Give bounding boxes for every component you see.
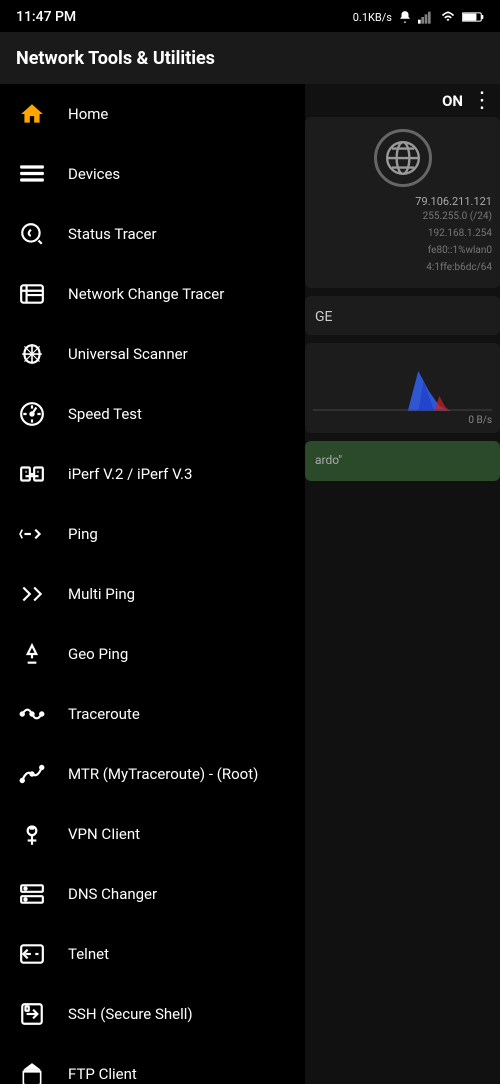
network-change-tracer-icon <box>16 278 48 310</box>
sidebar-item-traceroute-label: Traceroute <box>68 705 140 723</box>
speed-test-icon <box>16 398 48 430</box>
wifi-icon <box>440 10 456 24</box>
ping-icon <box>16 518 48 550</box>
main-layout: Home Devices Status Tracer <box>0 84 500 1084</box>
sidebar-item-devices[interactable]: Devices <box>0 144 305 204</box>
more-options-icon[interactable]: ⋮ <box>471 88 494 113</box>
sidebar-item-ping-label: Ping <box>68 525 98 543</box>
sidebar-item-ping[interactable]: Ping <box>0 504 305 564</box>
sidebar-item-ftp-client[interactable]: FTP Client <box>0 1044 305 1084</box>
geo-ping-icon <box>16 638 48 670</box>
app-title: Network Tools & Utilities <box>16 48 215 69</box>
sidebar-item-universal-scanner-label: Universal Scanner <box>68 345 188 363</box>
sidebar-item-home[interactable]: Home <box>0 84 305 144</box>
ssh-icon <box>16 998 48 1030</box>
sidebar-item-network-change-tracer[interactable]: Network Change Tracer <box>0 264 305 324</box>
chart-card: 0 B/s <box>305 343 500 433</box>
status-time: 11:47 PM <box>16 9 76 25</box>
sidebar-item-status-tracer-label: Status Tracer <box>68 225 157 243</box>
sidebar-item-iperf[interactable]: iPerf V.2 / iPerf V.3 <box>0 444 305 504</box>
globe-icon <box>374 129 432 187</box>
mtr-icon <box>16 758 48 790</box>
bottom-text: ardo" <box>315 453 342 467</box>
sidebar-item-vpn-client[interactable]: VPN CIient <box>0 804 305 864</box>
status-bar: 11:47 PM 0.1KB/s <box>0 0 500 32</box>
ge-card: GE <box>305 296 500 335</box>
status-right: 0.1KB/s <box>353 10 484 24</box>
sidebar-item-multi-ping[interactable]: Multi Ping <box>0 564 305 624</box>
sidebar-item-vpn-client-label: VPN CIient <box>68 825 140 843</box>
sidebar-item-ssh-label: SSH (Secure Shell) <box>68 1005 193 1023</box>
universal-scanner-icon <box>16 338 48 370</box>
network-speed: 0.1KB/s <box>353 11 392 24</box>
multi-ping-icon <box>16 578 48 610</box>
right-panel: ON ⋮ 79.106.211.121 255.255.0 (/24) 192.… <box>305 84 500 1084</box>
speed-value: 0 B/s <box>313 415 492 426</box>
traceroute-icon <box>16 698 48 730</box>
sidebar-item-telnet[interactable]: Telnet <box>0 924 305 984</box>
sidebar-item-ftp-client-label: FTP Client <box>68 1065 137 1083</box>
sidebar-item-dns-changer[interactable]: DNS Changer <box>0 864 305 924</box>
sidebar-item-devices-label: Devices <box>68 165 120 183</box>
battery-icon <box>462 10 484 24</box>
sidebar-item-iperf-label: iPerf V.2 / iPerf V.3 <box>68 465 192 483</box>
app-header: Network Tools & Utilities <box>0 32 500 84</box>
bottom-card: ardo" <box>305 441 500 481</box>
devices-icon <box>16 158 48 190</box>
dns-changer-icon <box>16 878 48 910</box>
sidebar-item-speed-test-label: Speed Test <box>68 405 142 423</box>
alarm-icon <box>398 10 412 24</box>
home-icon <box>16 98 48 130</box>
sidebar-item-mtr[interactable]: MTR (MyTraceroute) - (Root) <box>0 744 305 804</box>
sidebar-item-mtr-label: MTR (MyTraceroute) - (Root) <box>68 765 258 783</box>
vpn-client-icon <box>16 818 48 850</box>
sidebar-item-speed-test[interactable]: Speed Test <box>0 384 305 444</box>
ftp-client-icon <box>16 1058 48 1084</box>
signal-icon <box>418 10 434 24</box>
sidebar-item-geo-ping[interactable]: Geo Ping <box>0 624 305 684</box>
sidebar-item-home-label: Home <box>68 105 108 123</box>
sidebar-item-dns-changer-label: DNS Changer <box>68 885 157 903</box>
sidebar-item-geo-ping-label: Geo Ping <box>68 645 128 663</box>
navigation-drawer: Home Devices Status Tracer <box>0 84 305 1084</box>
sidebar-item-ssh[interactable]: SSH (Secure Shell) <box>0 984 305 1044</box>
sidebar-item-multi-ping-label: Multi Ping <box>68 585 135 603</box>
globe-card: 79.106.211.121 255.255.0 (/24) 192.168.1… <box>305 117 500 288</box>
ge-label: GE <box>315 309 333 325</box>
telnet-icon <box>16 938 48 970</box>
on-label: ON <box>442 92 463 110</box>
iperf-icon <box>16 458 48 490</box>
sidebar-item-universal-scanner[interactable]: Universal Scanner <box>0 324 305 384</box>
status-tracer-icon <box>16 218 48 250</box>
speed-chart <box>313 351 492 411</box>
ip-address: 79.106.211.121 <box>313 195 492 208</box>
sidebar-item-status-tracer[interactable]: Status Tracer <box>0 204 305 264</box>
sidebar-item-traceroute[interactable]: Traceroute <box>0 684 305 744</box>
sidebar-item-telnet-label: Telnet <box>68 945 109 963</box>
sidebar-item-network-change-tracer-label: Network Change Tracer <box>68 285 224 303</box>
subnet-text: 255.255.0 (/24) 192.168.1.254 fe80::1%wl… <box>313 208 492 276</box>
